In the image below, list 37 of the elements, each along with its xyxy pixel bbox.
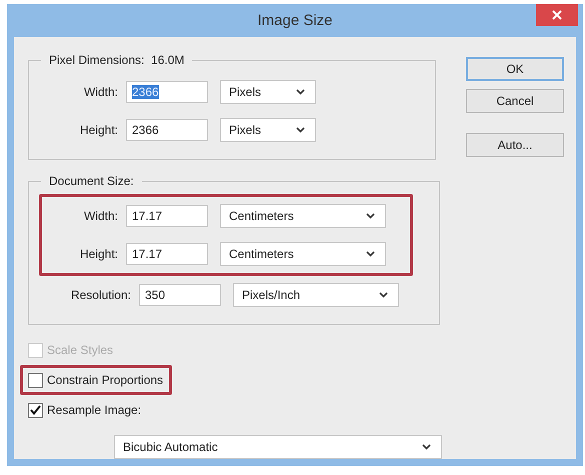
field-label: Width:: [82, 209, 118, 223]
group-label: Pixel Dimensions:: [49, 53, 144, 67]
input-field[interactable]: 17.17: [126, 243, 208, 265]
chevron-icon: [366, 213, 375, 219]
input-field[interactable]: 17.17: [126, 205, 208, 227]
chevron-icon: [379, 292, 388, 298]
input-field[interactable]: 2366: [126, 81, 208, 103]
chevron-icon: [366, 251, 375, 257]
field-label: Height:: [78, 247, 118, 261]
dialog-button[interactable]: OK: [466, 57, 564, 81]
field-label: Resolution:: [70, 288, 131, 302]
unit-dropdown[interactable]: Centimeters: [220, 204, 386, 228]
chevron-icon: [296, 127, 305, 133]
chevron-icon: [422, 444, 431, 450]
method-dropdown[interactable]: Bicubic Automatic: [114, 435, 442, 459]
checkbox-label: Resample Image:: [47, 403, 142, 417]
checkbox[interactable]: [28, 402, 43, 418]
unit-dropdown[interactable]: Pixels: [220, 118, 316, 142]
checkbox-label: Constrain Proportions: [47, 373, 164, 387]
close-button[interactable]: [536, 4, 578, 26]
group-value: 16.0M: [151, 53, 184, 67]
close-icon: [552, 10, 562, 20]
field-label: Height:: [78, 123, 118, 137]
input-field[interactable]: 350: [139, 284, 221, 306]
input-field[interactable]: 2366: [126, 119, 208, 141]
unit-dropdown[interactable]: Pixels: [220, 80, 316, 104]
dialog-button[interactable]: Auto...: [466, 133, 564, 157]
checkbox-label: Scale Styles: [47, 343, 114, 357]
unit-dropdown[interactable]: Pixels/Inch: [233, 283, 399, 307]
window-title: Image Size: [257, 12, 333, 29]
chevron-icon: [296, 89, 305, 95]
dialog-button[interactable]: Cancel: [466, 89, 564, 113]
unit-dropdown[interactable]: Centimeters: [220, 242, 386, 266]
checkmark-icon: [30, 405, 41, 415]
group-label: Document Size:: [49, 174, 134, 188]
checkbox[interactable]: [28, 372, 43, 388]
field-label: Width:: [82, 85, 118, 99]
